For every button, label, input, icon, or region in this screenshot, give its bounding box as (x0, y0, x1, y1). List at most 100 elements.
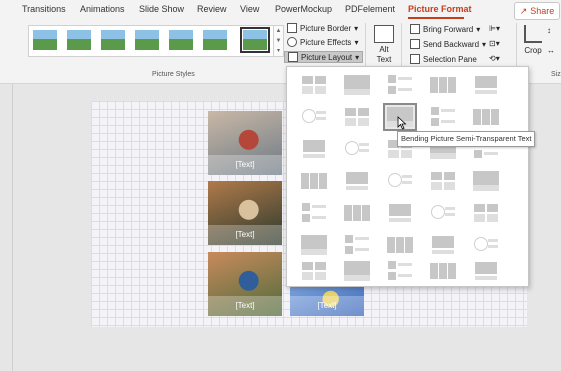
layout-option-2[interactable] (342, 73, 372, 97)
layout-option-27[interactable] (342, 233, 372, 257)
layout-option-1[interactable] (299, 73, 329, 97)
layout-option-10[interactable] (471, 105, 501, 129)
layout-shape (303, 154, 325, 158)
layout-option-18[interactable] (385, 169, 415, 193)
layout-option-3[interactable] (385, 73, 415, 97)
layout-option-29[interactable] (428, 233, 458, 257)
group-button[interactable]: ⊡▾ (489, 39, 500, 48)
layout-shape (355, 248, 369, 251)
slide-photo-4[interactable]: [Text] (290, 285, 364, 316)
layout-shape (430, 77, 438, 93)
picture-style-1[interactable] (33, 30, 57, 50)
layout-shape (405, 237, 413, 253)
layout-shape (473, 109, 481, 125)
picture-effects-button[interactable]: Picture Effects ▾ (287, 37, 358, 47)
photo-caption: [Text] (317, 301, 337, 310)
layout-option-4[interactable] (428, 73, 458, 97)
tab-slide-show[interactable]: Slide Show (139, 4, 184, 14)
group-icon: ⊡▾ (489, 39, 500, 48)
layout-option-16[interactable] (299, 169, 329, 193)
gallery-scroll[interactable]: ▲ ▼ ▾ (273, 25, 284, 57)
tab-pdfelement[interactable]: PDFelement (345, 4, 395, 14)
tab-picture-format[interactable]: Picture Format (408, 4, 472, 14)
picture-border-button[interactable]: Picture Border ▾ (287, 23, 358, 33)
layout-option-26[interactable] (299, 233, 329, 257)
picture-style-5[interactable] (169, 30, 193, 50)
layout-option-33[interactable] (385, 259, 415, 283)
layout-shape (315, 86, 326, 94)
layout-option-25[interactable] (471, 201, 501, 225)
layout-shape (398, 77, 412, 80)
layout-shape (444, 172, 455, 180)
layout-option-9[interactable] (428, 105, 458, 129)
layout-option-31[interactable] (299, 259, 329, 283)
slide-photo-2[interactable]: [Text] (208, 181, 282, 245)
tab-transitions[interactable]: Transitions (22, 4, 66, 14)
slide-photo-3[interactable]: [Text] (208, 252, 282, 316)
picture-style-3[interactable] (101, 30, 125, 50)
layout-shape (387, 237, 395, 253)
slide-photo-1[interactable]: [Text] (208, 111, 282, 175)
layout-shape (474, 150, 482, 158)
selection-pane-button[interactable]: Selection Pane (410, 54, 477, 64)
layout-shape (302, 109, 316, 123)
layout-shape (444, 182, 455, 190)
rotate-button[interactable]: ⟲▾ (489, 54, 500, 63)
tab-powermockup[interactable]: PowerMockup (275, 4, 332, 14)
layout-option-7[interactable] (342, 105, 372, 129)
layout-option-24[interactable] (428, 201, 458, 225)
bring-forward-label: Bring Forward (423, 24, 474, 34)
layout-shape (474, 204, 485, 212)
picture-border-label: Picture Border (300, 23, 352, 33)
layout-option-28[interactable] (385, 233, 415, 257)
bring-forward-icon (410, 24, 420, 34)
picture-style-2[interactable] (67, 30, 91, 50)
bring-forward-button[interactable]: Bring Forward ▾ (410, 24, 480, 34)
layout-option-12[interactable] (342, 137, 372, 161)
layout-shape (475, 90, 497, 94)
layout-option-34[interactable] (428, 259, 458, 283)
photo-caption: [Text] (235, 160, 255, 169)
layout-shape (474, 214, 485, 222)
layout-shape (431, 172, 442, 180)
layout-option-20[interactable] (471, 169, 501, 193)
layout-option-19[interactable] (428, 169, 458, 193)
alt-text-button[interactable]: Alt Text (372, 25, 396, 65)
layout-shape (302, 86, 313, 94)
layout-option-22[interactable] (342, 201, 372, 225)
tab-review[interactable]: Review (197, 4, 227, 14)
layout-option-11[interactable] (299, 137, 329, 161)
layout-option-32[interactable] (342, 259, 372, 283)
share-button[interactable]: ↗ Share (514, 2, 560, 20)
layout-shape (388, 272, 396, 280)
layout-option-35[interactable] (471, 259, 501, 283)
rotate-icon: ⟲▾ (489, 54, 500, 63)
layout-option-6[interactable] (299, 105, 329, 129)
layout-shape (398, 88, 412, 91)
picture-layout-gallery (286, 66, 529, 287)
layout-shape (303, 140, 325, 152)
layout-option-30[interactable] (471, 233, 501, 257)
layout-shape (430, 153, 456, 159)
layout-option-21[interactable] (299, 201, 329, 225)
layout-option-23[interactable] (385, 201, 415, 225)
layout-shape (345, 246, 353, 254)
tab-view[interactable]: View (240, 4, 259, 14)
group-label-picture-styles: Picture Styles (152, 71, 195, 78)
picture-style-6[interactable] (203, 30, 227, 50)
send-backward-button[interactable]: Send Backward ▾ (410, 39, 486, 49)
picture-style-4[interactable] (135, 30, 159, 50)
layout-shape (344, 205, 352, 221)
picture-layout-button[interactable]: Picture Layout ▾ (284, 51, 364, 63)
layout-shape (302, 262, 313, 270)
layout-shape (362, 205, 370, 221)
layout-option-5[interactable] (471, 73, 501, 97)
picture-style-7[interactable] (240, 27, 270, 53)
layout-option-17[interactable] (342, 169, 372, 193)
group-label-size: Siz (551, 71, 561, 78)
layout-shape (445, 207, 455, 210)
crop-button[interactable]: Crop (522, 25, 544, 55)
layout-shape (346, 186, 368, 190)
align-button[interactable]: ⊫▾ (489, 24, 500, 33)
tab-animations[interactable]: Animations (80, 4, 125, 14)
